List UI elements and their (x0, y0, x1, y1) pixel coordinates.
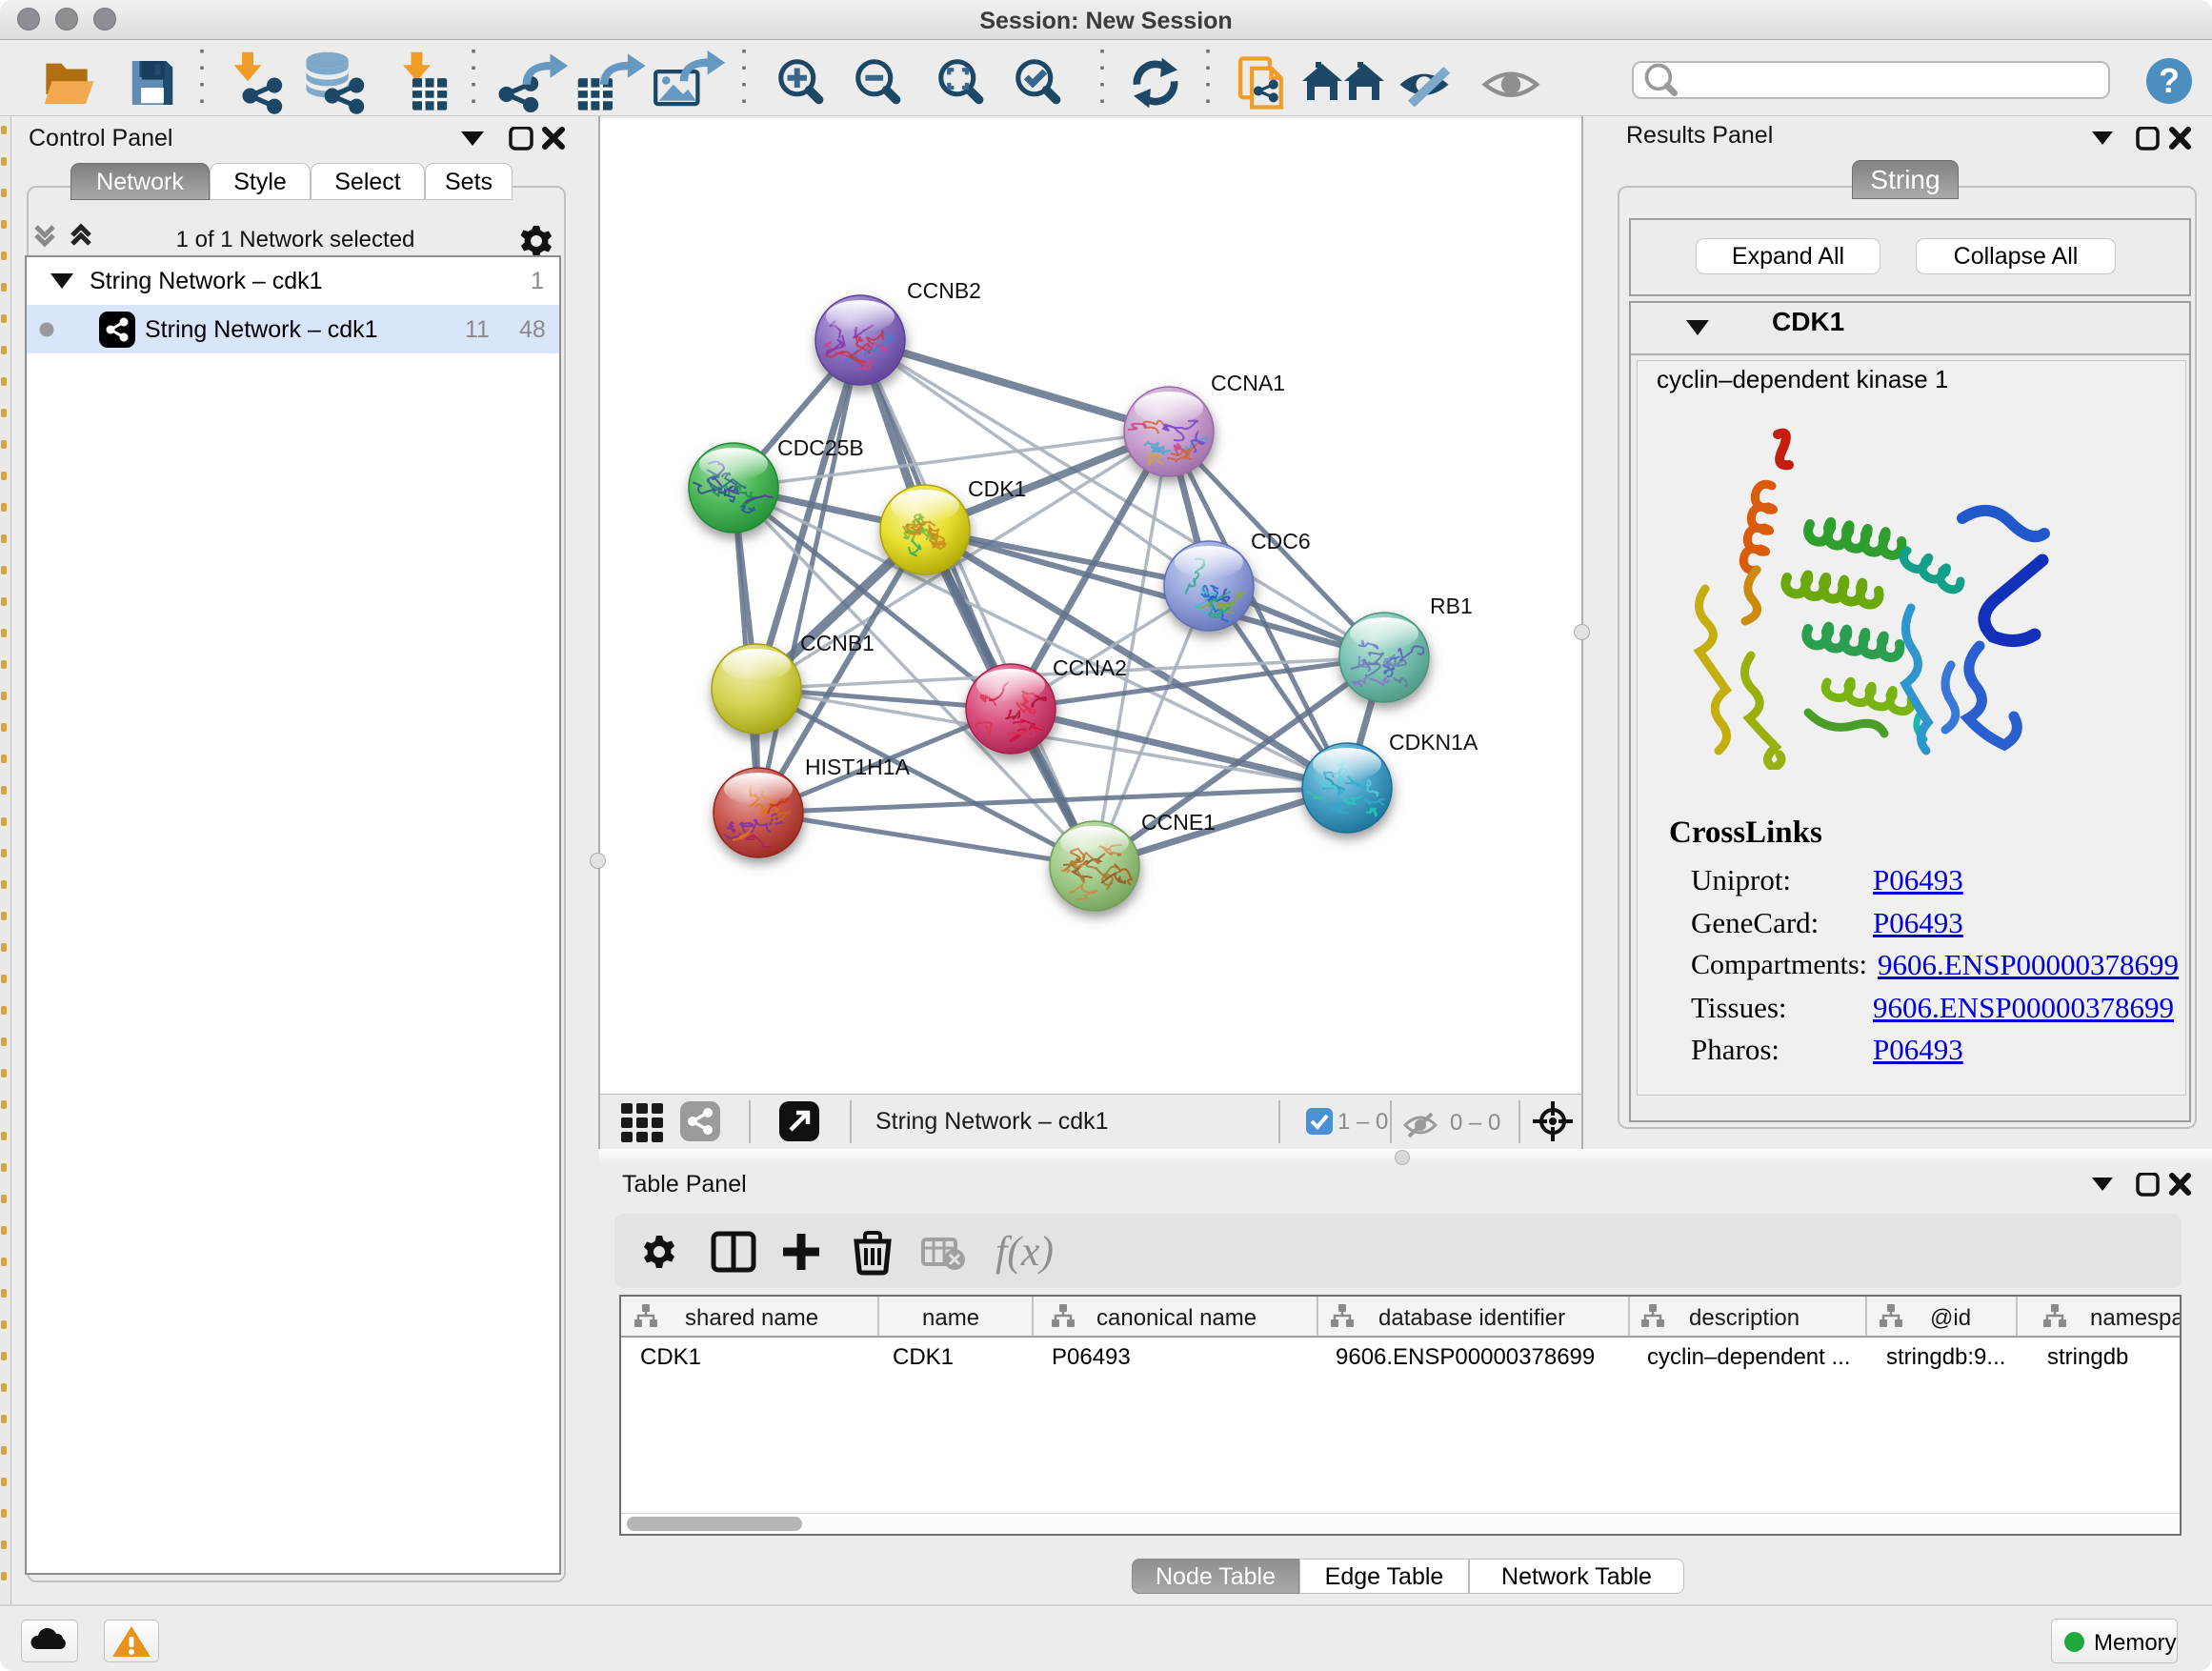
svg-text:f(x): f(x) (995, 1228, 1054, 1275)
svg-text:shared name: shared name (685, 1305, 818, 1331)
svg-text:CDC6: CDC6 (1251, 529, 1311, 554)
svg-text:1 – 0: 1 – 0 (1337, 1109, 1388, 1135)
svg-text:HIST1H1A: HIST1H1A (805, 755, 911, 779)
svg-text:CDKN1A: CDKN1A (1389, 730, 1478, 755)
svg-text:CCNB2: CCNB2 (907, 278, 981, 303)
svg-text:database identifier: database identifier (1378, 1305, 1565, 1331)
svg-text:0 – 0: 0 – 0 (1450, 1110, 1500, 1136)
svg-text:@id: @id (1930, 1305, 1971, 1331)
svg-text:CDK1: CDK1 (968, 476, 1026, 501)
svg-text:description: description (1689, 1305, 1800, 1331)
svg-text:CCNE1: CCNE1 (1141, 810, 1216, 835)
svg-text:?: ? (2159, 61, 2180, 100)
svg-text:RB1: RB1 (1430, 594, 1473, 618)
svg-text:CCNA1: CCNA1 (1211, 371, 1285, 395)
svg-text:CCNB1: CCNB1 (800, 631, 875, 655)
svg-text:String Network – cdk1: String Network – cdk1 (875, 1108, 1109, 1135)
svg-text:CCNA2: CCNA2 (1053, 655, 1127, 680)
svg-text:canonical name: canonical name (1096, 1305, 1257, 1331)
svg-text:name: name (922, 1305, 979, 1331)
svg-text:CDC25B: CDC25B (777, 435, 864, 460)
svg-text:namespac: namespac (2090, 1305, 2180, 1331)
